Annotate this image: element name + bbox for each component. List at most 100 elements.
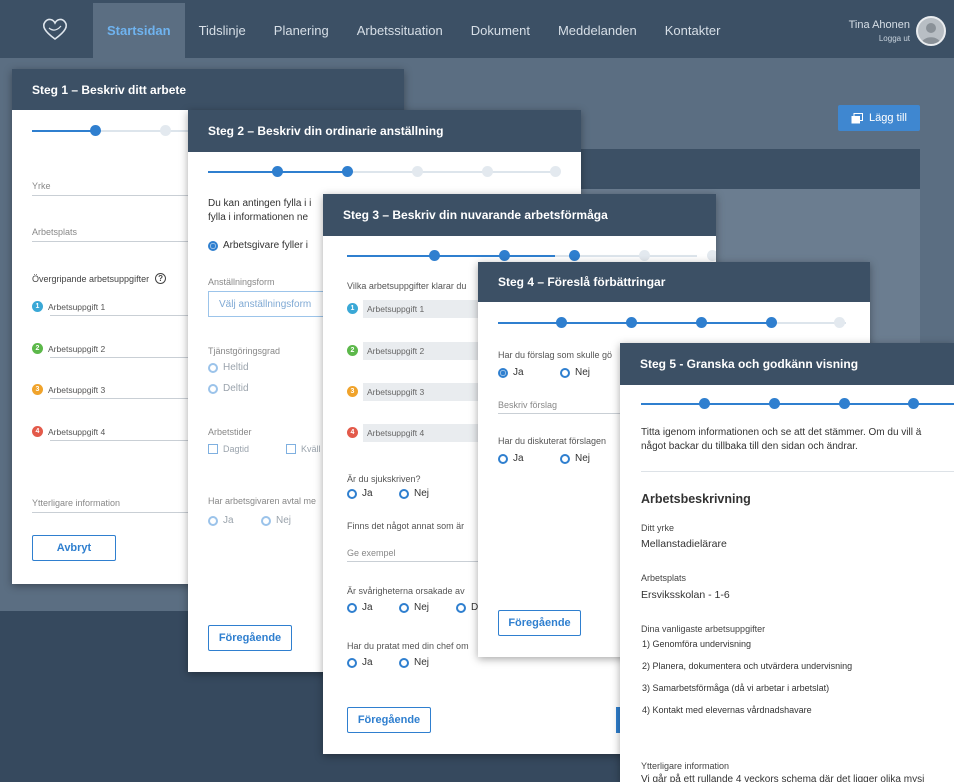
divider: [641, 471, 954, 472]
fulltime-radio[interactable]: Heltid: [208, 362, 249, 373]
step-dot: [839, 398, 850, 409]
logout-link[interactable]: Logga ut: [849, 34, 910, 43]
previous-button[interactable]: Föregående: [208, 625, 292, 651]
sick-no-radio[interactable]: Nej: [399, 488, 429, 499]
no-label: Nej: [414, 602, 430, 613]
checkbox-icon: [208, 444, 218, 454]
yrke-label: Ditt yrke: [641, 523, 675, 533]
no-label: Nej: [414, 488, 430, 499]
tab-planering[interactable]: Planering: [260, 3, 343, 58]
task-item-2: 2 Arbetsuppgift 2: [32, 343, 105, 354]
task-item-3: 3: [347, 386, 358, 397]
agreement-yes-radio[interactable]: Ja: [208, 515, 234, 526]
step2-intro: Du kan antingen fylla i i fylla i inform…: [208, 197, 311, 225]
yes-label: Ja: [362, 488, 373, 499]
discussed-yes-radio[interactable]: Ja: [498, 453, 524, 464]
day-checkbox[interactable]: Dagtid: [208, 444, 249, 454]
example-placeholder: Ge exempel: [347, 548, 396, 558]
yes-label: Ja: [223, 515, 234, 526]
employer-fills-radio[interactable]: Arbetsgivare fyller i: [208, 240, 308, 251]
chef-no-radio[interactable]: Nej: [399, 657, 429, 668]
avatar[interactable]: [916, 16, 946, 46]
q-cause: Är svårigheterna orsakade av: [347, 586, 465, 596]
cause-yes-radio[interactable]: Ja: [347, 602, 373, 613]
cause-no-radio[interactable]: Nej: [399, 602, 429, 613]
tab-dokument[interactable]: Dokument: [457, 3, 544, 58]
radio-icon: [208, 362, 218, 373]
day-label: Dagtid: [223, 444, 250, 454]
step-dot: [908, 398, 919, 409]
evening-checkbox[interactable]: Kväll: [286, 444, 321, 454]
step3-title: Steg 3 – Beskriv din nuvarande arbetsför…: [323, 194, 716, 236]
number-badge-icon: 2: [32, 343, 43, 354]
task-label: Arbetsuppgift 2: [48, 343, 106, 354]
task-summary-2: 2) Planera, dokumentera och utvärdera un…: [642, 661, 853, 671]
task-item-1: 1 Arbetsuppgift 1: [32, 301, 105, 312]
radio-icon: [399, 488, 409, 499]
step-dot: [569, 250, 580, 261]
suggest-yes-radio[interactable]: Ja: [498, 367, 524, 378]
step1-title: Steg 1 – Beskriv ditt arbete: [12, 69, 404, 110]
background-card-header: [560, 149, 920, 189]
no-label: Nej: [575, 453, 591, 464]
cancel-button[interactable]: Avbryt: [32, 535, 116, 561]
previous-button[interactable]: Föregående: [347, 707, 431, 733]
yrke-value: Mellanstadielärare: [641, 538, 727, 550]
intro-line-2: något backar du tillbaka till den sidan …: [641, 441, 858, 452]
no-label: Nej: [575, 367, 591, 378]
step2-title: Steg 2 – Beskriv din ordinarie anställni…: [188, 110, 581, 152]
main-tabs: Startsidan Tidslinje Planering Arbetssit…: [93, 3, 734, 58]
describe-placeholder: Beskriv förslag: [498, 400, 558, 410]
tab-kontakter[interactable]: Kontakter: [651, 3, 735, 58]
step-dot: [769, 398, 780, 409]
radio-icon: [399, 602, 409, 613]
intro-line-2: fylla i informationen ne: [208, 212, 309, 223]
yrke-label: Yrke: [32, 181, 51, 191]
tasks-heading-text: Övergripande arbetsuppgifter: [32, 273, 150, 284]
step5-progress: [641, 394, 954, 414]
radio-icon: [498, 453, 508, 464]
radio-icon: [399, 657, 409, 668]
help-icon[interactable]: ?: [155, 273, 167, 284]
radio-icon: [347, 657, 357, 668]
cause-d-radio[interactable]: D: [456, 602, 478, 613]
add-button[interactable]: Lägg till: [838, 105, 920, 131]
user-info: Tina Ahonen Logga ut: [849, 19, 910, 43]
yes-label: Ja: [513, 367, 524, 378]
tab-startsidan[interactable]: Startsidan: [93, 3, 185, 58]
step-dot: [639, 250, 650, 261]
number-badge-icon: 4: [347, 427, 358, 438]
evening-label: Kväll: [301, 444, 321, 454]
step2-progress: [208, 162, 561, 182]
step4-title: Steg 4 – Föreslå förbättringar: [478, 262, 870, 302]
employer-fills-label: Arbetsgivare fyller i: [223, 240, 309, 251]
yes-label: Ja: [362, 657, 373, 668]
task-item-3: 3 Arbetsuppgift 3: [32, 384, 105, 395]
yes-label: Ja: [513, 453, 524, 464]
suggest-no-radio[interactable]: Nej: [560, 367, 590, 378]
previous-button[interactable]: Föregående: [498, 610, 581, 636]
q-chef: Har du pratat med din chef om: [347, 641, 469, 651]
top-navigation: Startsidan Tidslinje Planering Arbetssit…: [0, 0, 954, 58]
discussed-no-radio[interactable]: Nej: [560, 453, 590, 464]
parttime-radio[interactable]: Deltid: [208, 383, 249, 394]
sick-yes-radio[interactable]: Ja: [347, 488, 373, 499]
agreement-no-radio[interactable]: Nej: [261, 515, 291, 526]
tab-arbetssituation[interactable]: Arbetssituation: [343, 3, 457, 58]
tab-tidslinje[interactable]: Tidslinje: [185, 3, 260, 58]
tab-meddelanden[interactable]: Meddelanden: [544, 3, 651, 58]
step5-intro: Titta igenom informationen och se att de…: [641, 426, 921, 454]
step-dot: [556, 317, 567, 328]
step-dot: [412, 166, 423, 177]
task-item-2: 2: [347, 345, 358, 356]
chef-yes-radio[interactable]: Ja: [347, 657, 373, 668]
q-suggest: Har du förslag som skulle gö: [498, 350, 613, 360]
describe-input[interactable]: [498, 413, 628, 414]
radio-selected-icon: [208, 240, 218, 251]
checkbox-icon: [286, 444, 296, 454]
step-dot: [626, 317, 637, 328]
heart-logo-icon[interactable]: [40, 16, 70, 42]
radio-icon: [560, 367, 570, 378]
q-discussed: Har du diskuterat förslagen: [498, 436, 607, 446]
no-label: Nej: [414, 657, 430, 668]
